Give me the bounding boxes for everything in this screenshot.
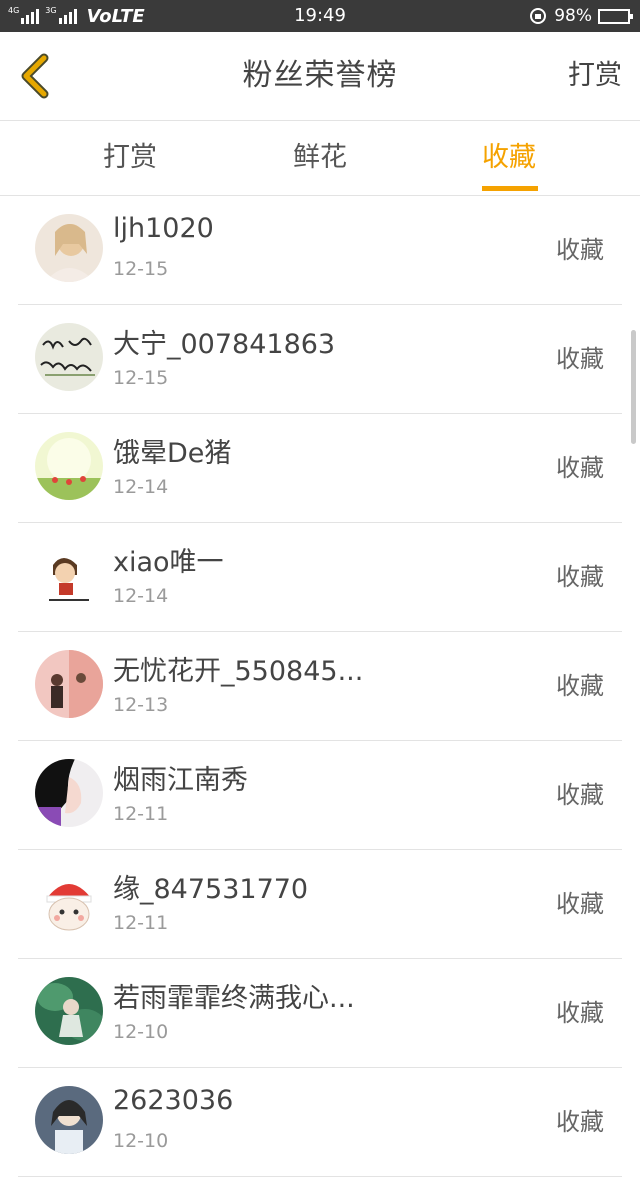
fans-list: ljh1020 12-15 收藏 大宁_007841863 12-15 收藏 饿… <box>0 196 640 1177</box>
avatar <box>35 977 103 1045</box>
header: 粉丝荣誉榜 打赏 <box>0 32 640 121</box>
item-date: 12-11 <box>113 912 169 934</box>
avatar <box>35 1086 103 1154</box>
battery-icon <box>598 8 633 24</box>
user-name: 饿晕De猪 <box>113 438 232 469</box>
tab-label: 打赏 <box>103 142 157 173</box>
avatar <box>35 650 103 718</box>
item-date: 12-10 <box>113 1130 169 1152</box>
scrollbar[interactable] <box>631 330 636 444</box>
user-name: 烟雨江南秀 <box>113 765 248 796</box>
item-type: 收藏 <box>556 999 604 1027</box>
user-name: xiao唯一 <box>113 547 224 578</box>
avatar <box>35 214 103 282</box>
user-name: 无忧花开_550845... <box>113 656 364 687</box>
item-type: 收藏 <box>556 454 604 482</box>
user-name: 若雨霏霏终满我心... <box>113 983 355 1014</box>
user-name: 大宁_007841863 <box>113 329 336 360</box>
item-type: 收藏 <box>556 672 604 700</box>
list-item[interactable]: xiao唯一 12-14 收藏 <box>18 523 622 632</box>
tab-flowers[interactable]: 鲜花 <box>260 121 380 195</box>
avatar <box>35 323 103 391</box>
user-name: 缘_847531770 <box>113 874 309 905</box>
avatar <box>35 432 103 500</box>
list-item[interactable]: 无忧花开_550845... 12-13 收藏 <box>18 632 622 741</box>
item-date: 12-14 <box>113 476 169 498</box>
user-name: ljh1020 <box>113 213 214 244</box>
tab-favorites[interactable]: 收藏 <box>449 121 569 195</box>
chevron-left-icon <box>21 53 49 99</box>
avatar <box>35 868 103 936</box>
user-name: 2623036 <box>113 1085 234 1116</box>
tab-bar: 打赏 鲜花 收藏 <box>0 121 640 196</box>
tab-label: 收藏 <box>482 142 536 173</box>
item-type: 收藏 <box>556 563 604 591</box>
list-item[interactable]: ljh1020 12-15 收藏 <box>18 196 622 305</box>
item-type: 收藏 <box>556 781 604 809</box>
avatar <box>35 759 103 827</box>
list-item[interactable]: 若雨霏霏终满我心... 12-10 收藏 <box>18 959 622 1068</box>
item-date: 12-10 <box>113 1021 169 1043</box>
back-button[interactable] <box>12 52 60 100</box>
list-item[interactable]: 2623036 12-10 收藏 <box>18 1068 622 1177</box>
item-type: 收藏 <box>556 345 604 373</box>
item-date: 12-14 <box>113 585 169 607</box>
battery-percent: 98% <box>554 6 592 26</box>
list-item[interactable]: 烟雨江南秀 12-11 收藏 <box>18 741 622 850</box>
active-tab-indicator <box>482 186 538 191</box>
item-date: 12-13 <box>113 694 169 716</box>
status-bar: 4G 3G VoLTE 19:49 98% <box>0 0 640 32</box>
item-type: 收藏 <box>556 890 604 918</box>
item-date: 12-15 <box>113 258 169 280</box>
item-date: 12-11 <box>113 803 169 825</box>
avatar <box>35 541 103 609</box>
reward-button[interactable]: 打赏 <box>568 32 622 120</box>
list-item[interactable]: 缘_847531770 12-11 收藏 <box>18 850 622 959</box>
page-title: 粉丝荣誉榜 <box>242 58 398 93</box>
item-date: 12-15 <box>113 367 169 389</box>
tab-label: 鲜花 <box>293 142 347 173</box>
rotation-lock-icon <box>530 8 547 24</box>
list-item[interactable]: 大宁_007841863 12-15 收藏 <box>18 305 622 414</box>
status-right: 98% <box>530 0 633 32</box>
item-type: 收藏 <box>556 1108 604 1136</box>
item-type: 收藏 <box>556 236 604 264</box>
tab-reward[interactable]: 打赏 <box>70 121 190 195</box>
list-item[interactable]: 饿晕De猪 12-14 收藏 <box>18 414 622 523</box>
